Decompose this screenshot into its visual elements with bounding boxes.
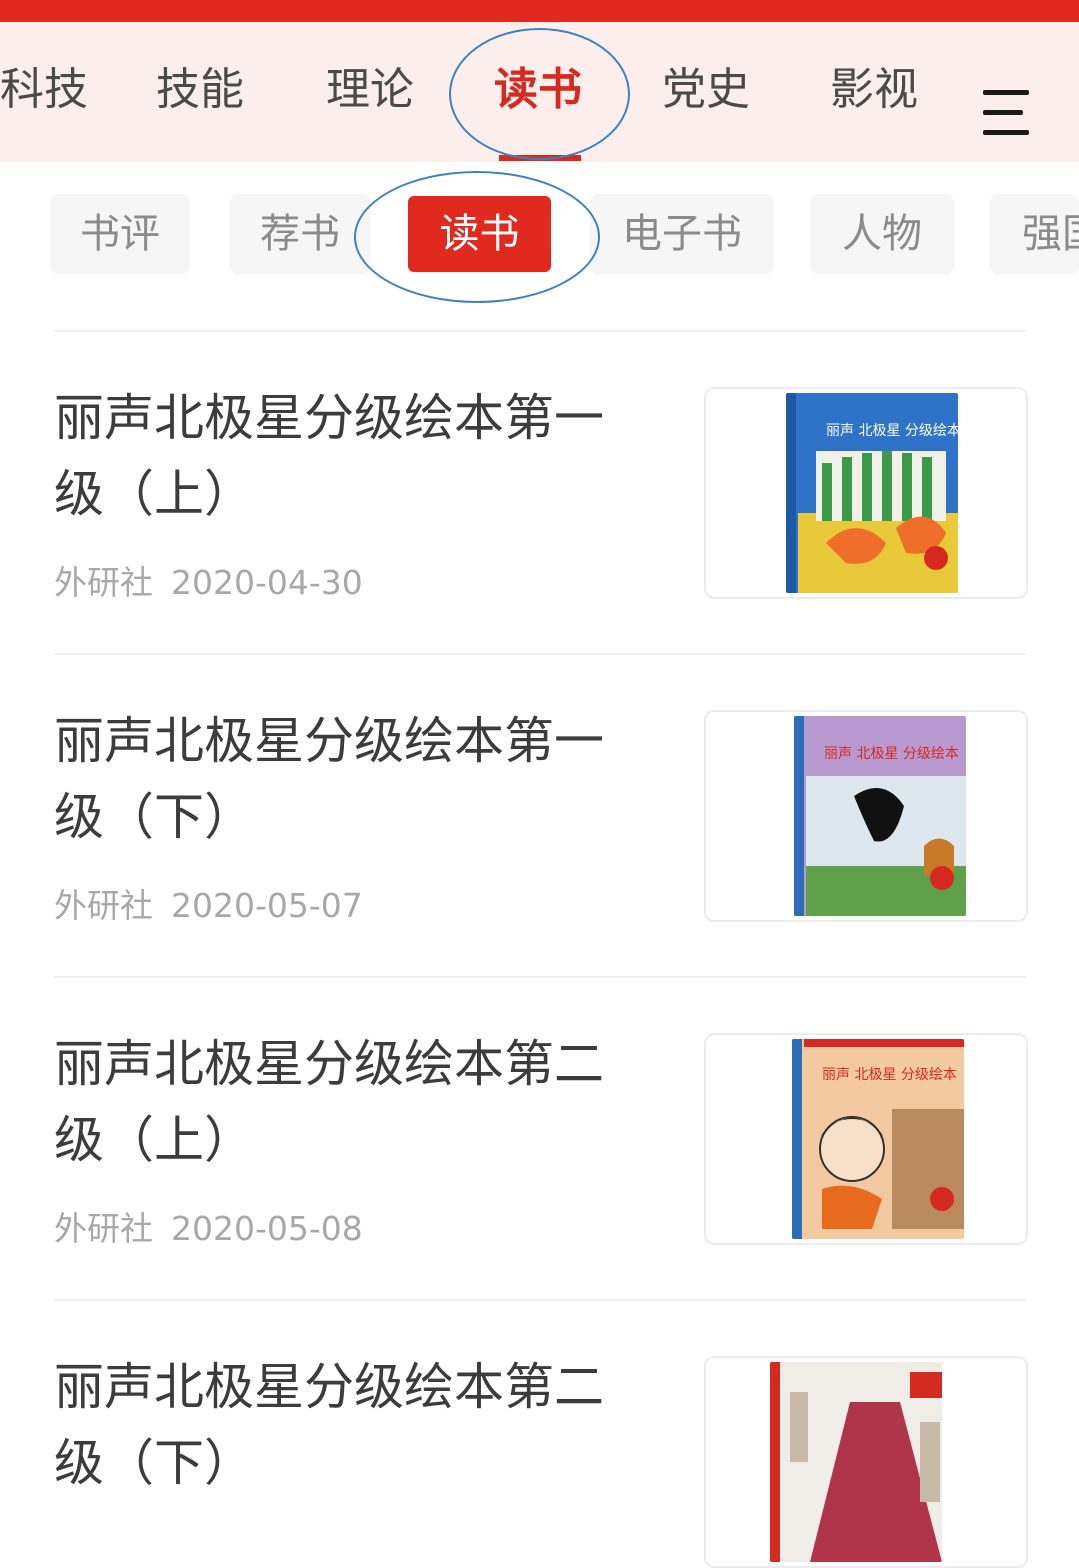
top-red-bar xyxy=(0,0,1079,22)
article-thumbnail[interactable] xyxy=(704,1356,1028,1568)
nav-tab-theory[interactable]: 理论 xyxy=(326,60,414,120)
article-thumbnail[interactable]: 丽声 北极星 分级绘本 xyxy=(704,387,1028,599)
chip-ebook[interactable]: 电子书 xyxy=(590,194,774,274)
divider xyxy=(54,976,1026,978)
cover-title-text: 丽声 北极星 分级绘本 xyxy=(822,1067,957,1083)
article-source: 外研社 xyxy=(54,886,153,925)
hamburger-menu-icon[interactable] xyxy=(983,90,1031,136)
article-date: 2020-04-30 xyxy=(171,563,363,602)
article-source: 外研社 xyxy=(54,563,153,602)
cover-title-text: 丽声 北极星 分级绘本 xyxy=(826,423,958,439)
article-title[interactable]: 丽声北极星分级绘本第一级（下） xyxy=(54,703,634,855)
nav-tab-film[interactable]: 影视 xyxy=(830,60,918,120)
book-cover-image xyxy=(770,1362,942,1562)
cover-title-text: 丽声 北极星 分级绘本 xyxy=(824,746,959,762)
article-date: 2020-05-07 xyxy=(171,886,363,925)
article-meta: 外研社 2020-05-08 xyxy=(54,1202,363,1250)
chip-qiangguo[interactable]: 强国 xyxy=(990,194,1079,274)
chip-reading[interactable]: 读书 xyxy=(408,196,551,272)
channel-nav-bar: 科技 技能 理论 读书 党史 影视 xyxy=(0,22,1079,162)
book-cover-image: 丽声 北极星 分级绘本 xyxy=(786,393,958,593)
nav-tab-reading[interactable]: 读书 xyxy=(494,60,582,120)
chip-book-recommend[interactable]: 荐书 xyxy=(230,194,370,274)
article-source: 外研社 xyxy=(54,1209,153,1248)
chip-book-review[interactable]: 书评 xyxy=(50,194,190,274)
article-title[interactable]: 丽声北极星分级绘本第一级（上） xyxy=(54,380,634,532)
article-thumbnail[interactable]: 丽声 北极星 分级绘本 xyxy=(704,1033,1028,1245)
book-cover-image: 丽声 北极星 分级绘本 xyxy=(792,1039,964,1239)
article-meta: 外研社 2020-05-07 xyxy=(54,879,363,927)
divider xyxy=(54,330,1026,332)
active-tab-indicator xyxy=(499,155,581,161)
nav-tab-skills[interactable]: 技能 xyxy=(156,60,244,120)
article-meta: 外研社 2020-04-30 xyxy=(54,556,363,604)
article-thumbnail[interactable]: 丽声 北极星 分级绘本 xyxy=(704,710,1028,922)
book-cover-image: 丽声 北极星 分级绘本 xyxy=(794,716,966,916)
article-title[interactable]: 丽声北极星分级绘本第二级（下） xyxy=(54,1349,634,1501)
divider xyxy=(54,1299,1026,1301)
nav-tab-party-history[interactable]: 党史 xyxy=(662,60,750,120)
divider xyxy=(54,653,1026,655)
article-date: 2020-05-08 xyxy=(171,1209,363,1248)
nav-tab-tech[interactable]: 科技 xyxy=(0,60,88,120)
chip-people[interactable]: 人物 xyxy=(810,194,954,274)
article-title[interactable]: 丽声北极星分级绘本第二级（上） xyxy=(54,1026,634,1178)
